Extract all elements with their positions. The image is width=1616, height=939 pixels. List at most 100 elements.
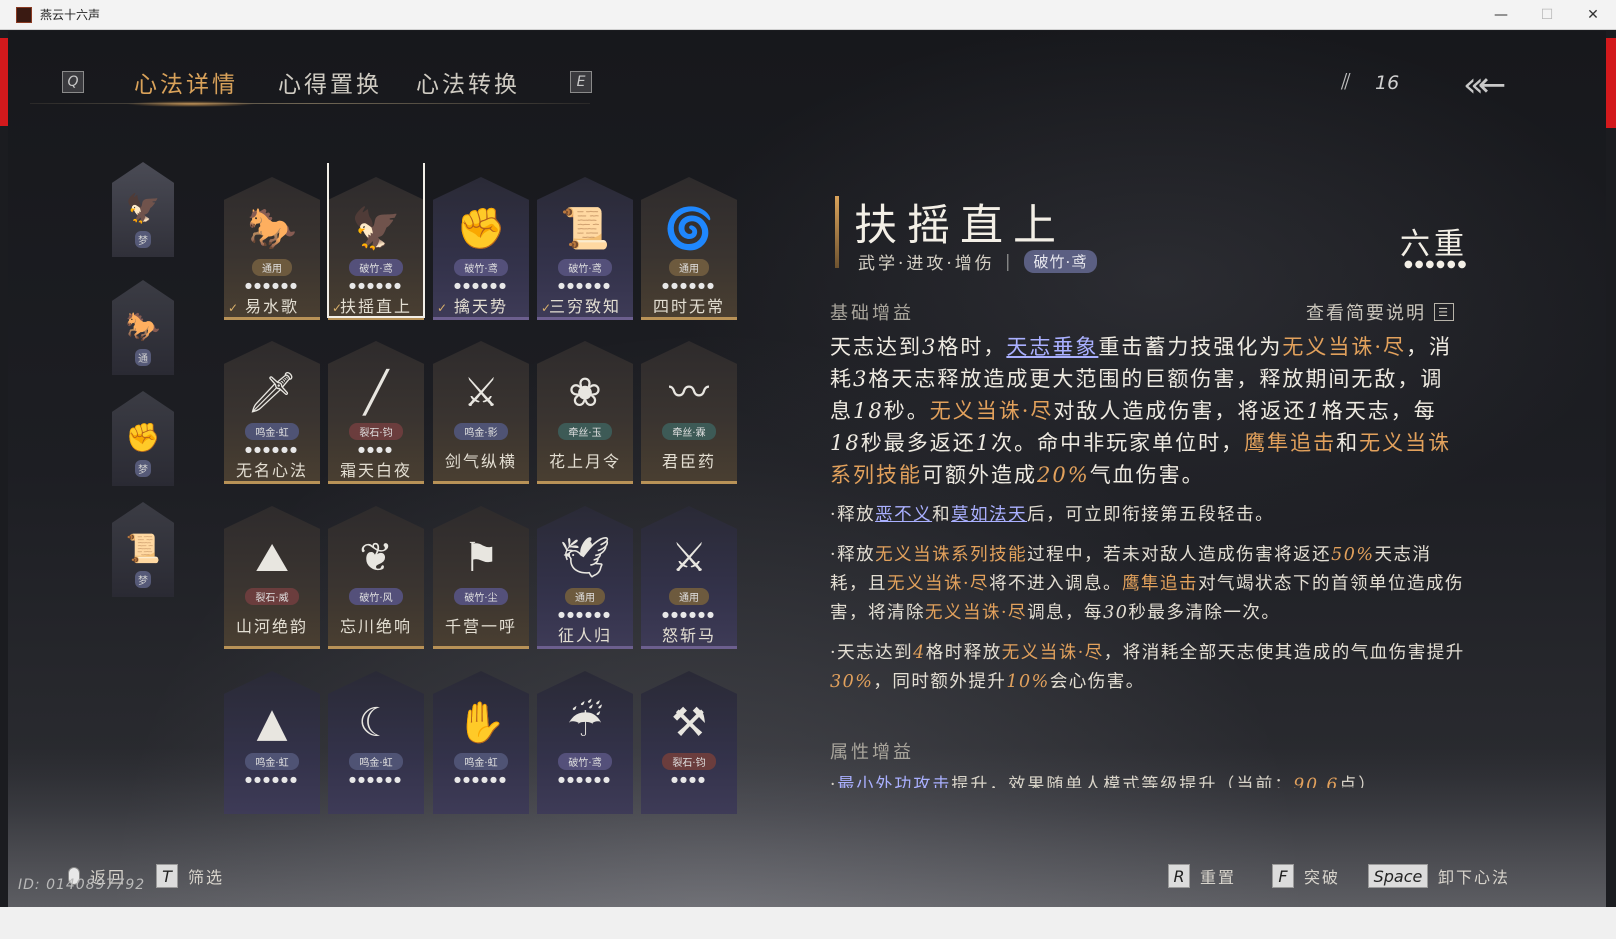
tab-divider	[30, 103, 590, 104]
view-brief-button[interactable]: 查看简要说明 ☰	[1306, 299, 1454, 325]
close-button[interactable]: ✕	[1570, 0, 1616, 30]
category-scroll[interactable]: 📜 梦	[112, 502, 174, 597]
highlight-text: 4	[913, 643, 926, 663]
list-icon: ☰	[1434, 303, 1454, 321]
skill-card[interactable]: ☾ 鸣金·虹 ●●●●●●	[328, 671, 424, 814]
crossed-swords-icon: ⚔	[463, 370, 499, 416]
skill-name: 花上月令	[548, 452, 621, 471]
skill-level-dots: ●●●●●●	[245, 775, 299, 784]
app-icon	[16, 6, 32, 23]
reset-key: R	[1168, 864, 1190, 888]
skill-name: 三穷致知	[548, 297, 621, 316]
skill-card-base	[433, 317, 529, 320]
skill-sect-badge: 牵丝·玉	[558, 423, 612, 440]
effect-text-3: ·释放无义当诛系列技能过程中，若未对敌人造成伤害将返还50%天志消耗，且无义当诛…	[830, 541, 1465, 628]
player-id: ID: 0140897792	[18, 877, 146, 893]
skill-link[interactable]: 最小外功攻击	[837, 775, 951, 788]
category-eagle[interactable]: 🦅 梦	[112, 162, 174, 257]
maximize-button[interactable]: ☐	[1524, 0, 1570, 30]
taskbar-strip	[0, 907, 1616, 939]
skill-card[interactable]: ✋ 鸣金·虹 ●●●●●●	[433, 671, 529, 814]
skill-card[interactable]: 🌀 通用 ●●●●●● 四时无常	[641, 177, 737, 320]
category-horse[interactable]: 🐎 通	[112, 280, 174, 375]
reset-action[interactable]: R 重置	[1168, 864, 1236, 888]
skill-card[interactable]: 📜 破竹·鸢 ●●●●●● 三穷致知	[537, 177, 633, 320]
skill-card[interactable]: 🕊 通用 ●●●●●● 征人归	[537, 506, 633, 649]
filter-action[interactable]: T 筛选	[156, 864, 224, 888]
highlight-text: 鹰隼追击	[1122, 574, 1199, 594]
skill-name: 山河绝韵	[235, 617, 308, 636]
skill-card[interactable]: 〰牵丝·霖 君臣药	[641, 341, 737, 484]
rank-dots: ●●●●●●	[1404, 259, 1469, 270]
title-accent-bar	[835, 196, 839, 268]
breakthrough-action[interactable]: F 突破	[1272, 864, 1340, 888]
skill-card[interactable]: ✊ 破竹·鸢 ●●●●●● 擒天势	[433, 177, 529, 320]
skill-sect-badge: 裂石·钧	[349, 423, 403, 440]
unload-action[interactable]: Space 卸下心法	[1368, 864, 1510, 888]
skill-link[interactable]: 莫如法天	[951, 505, 1027, 525]
peak-icon: ▲	[256, 700, 288, 746]
text-segment: 气血伤害。	[1089, 463, 1205, 487]
skill-card[interactable]: ⛰ 裂石·威 山河绝韵	[224, 506, 320, 649]
prev-tab-key[interactable]: Q	[62, 71, 84, 93]
skill-card[interactable]: ❀ 牵丝·玉 花上月令	[537, 341, 633, 484]
skill-sect-badge: 鸣金·虹	[245, 423, 299, 440]
equipped-check-icon: ✓	[437, 301, 448, 315]
attribute-bonus-label: 属性增益	[830, 742, 914, 763]
unload-label: 卸下心法	[1438, 868, 1511, 887]
unload-key: Space	[1368, 864, 1428, 888]
text-segment: ·释放	[830, 505, 876, 525]
reset-label: 重置	[1200, 868, 1237, 887]
text-segment: 提升，效果随单人模式等级提升（当前：	[951, 775, 1294, 788]
skill-name: 怒斩马	[661, 626, 716, 645]
skill-card[interactable]: ⚒ 裂石·钧 ●●●●	[641, 671, 737, 814]
text-segment: 和	[932, 505, 952, 525]
next-tab-key[interactable]: E	[570, 71, 592, 93]
skill-card-base	[433, 646, 529, 649]
skill-card[interactable]: 🗡 鸣金·虹 ●●●●●● 无名心法	[224, 341, 320, 484]
text-segment: 18	[853, 399, 884, 423]
tab-heart-method-details[interactable]: 心法详情	[134, 65, 238, 99]
category-chain-fist[interactable]: ✊ 梦	[112, 391, 174, 486]
skill-card-base	[537, 481, 633, 484]
text-segment: 秒最多返还	[860, 431, 976, 455]
highlight-text: 50%	[1331, 545, 1375, 565]
skill-link[interactable]: 恶不义	[875, 505, 932, 525]
skill-card-base	[224, 317, 320, 320]
skill-level-dots: ●●●●●●	[558, 775, 612, 784]
skill-card[interactable]: ☔ 破竹·鸢 ●●●●●●	[537, 671, 633, 814]
minimize-button[interactable]: —	[1478, 0, 1524, 30]
back-arrow-icon[interactable]: «←	[1463, 65, 1506, 105]
skill-card[interactable]: ⚑ 破竹·尘 千营一呼	[433, 506, 529, 649]
ghost-icon: ❦	[359, 535, 393, 581]
tab-method-conversion[interactable]: 心法转换	[416, 65, 520, 99]
tab-insight-exchange[interactable]: 心得置换	[278, 65, 382, 99]
skill-sect-badge: 破竹·尘	[454, 588, 508, 605]
text-segment: 格时，	[937, 335, 1007, 359]
skill-card[interactable]: ▲ 鸣金·虹 ●●●●●●	[224, 671, 320, 814]
skill-level-dots: ●●●●●●	[662, 610, 716, 619]
skill-link[interactable]: 天志垂象	[1006, 335, 1098, 359]
text-segment: 将不进入调息。	[989, 574, 1123, 594]
highlight-text: 无义当诛·尽	[1282, 335, 1407, 359]
blade-icon: ⚔	[671, 535, 707, 581]
skill-sect-badge: 牵丝·霖	[662, 423, 716, 440]
skill-card[interactable]: ╱ 裂石·钧 ●●●● 霜天白夜	[328, 341, 424, 484]
scroll-icon: 📜	[560, 206, 610, 252]
selected-skill-frame	[327, 163, 425, 318]
skill-card[interactable]: 🐎 通用 ●●●●●● 易水歌	[224, 177, 320, 320]
skill-level-dots: ●●●●	[358, 445, 394, 454]
skill-sect-badge: 破竹·风	[349, 588, 403, 605]
skill-card[interactable]: ❦ 破竹·风 忘川绝响	[328, 506, 424, 649]
rain-icon: ☔	[567, 700, 603, 746]
skill-sect-badge: 裂石·钧	[662, 753, 716, 770]
basic-bonus-label: 基础增益	[830, 303, 914, 324]
highlight-text: 无义当诛系列技能	[875, 545, 1028, 565]
skill-card[interactable]: ⚔ 鸣金·影 剑气纵横	[433, 341, 529, 484]
category-tag: 梦	[135, 231, 151, 248]
breakthrough-label: 突破	[1304, 868, 1341, 887]
skill-card[interactable]: ⚔ 通用 ●●●●●● 怒斩马	[641, 506, 737, 649]
skill-name: 君臣药	[661, 452, 716, 471]
mountain-icon: ⛰	[255, 535, 289, 581]
text-segment: 和	[1336, 431, 1360, 455]
